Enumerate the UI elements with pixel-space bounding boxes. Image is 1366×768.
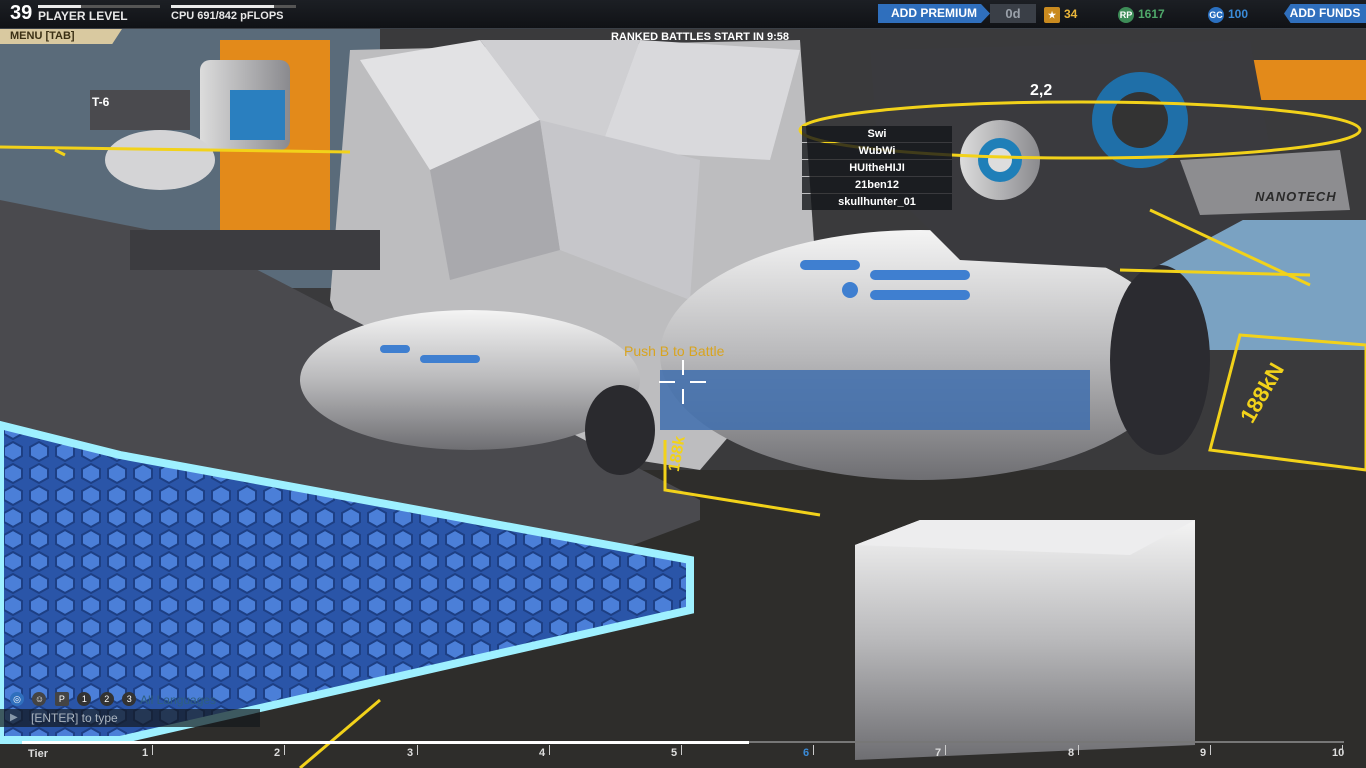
- tier-tick: [681, 745, 682, 755]
- tier-number: 8: [1068, 747, 1075, 759]
- robits: RP 1617: [1118, 5, 1165, 23]
- galaxy-cash: GC 100: [1208, 5, 1248, 23]
- robot-tag-label: T-6: [92, 95, 110, 109]
- tier-tick: [417, 745, 418, 755]
- ranked-battles-banner: RANKED BATTLES START IN 9:58: [610, 31, 790, 43]
- tier-tick: [152, 745, 153, 755]
- chat-placeholder: [ENTER] to type: [31, 711, 118, 725]
- tier-tick: [1342, 745, 1343, 755]
- tech-point-star-icon: ★: [1044, 6, 1060, 23]
- level-progress-fill: [38, 5, 81, 8]
- tier-number: 7: [935, 747, 942, 759]
- tier-number: 9: [1200, 747, 1207, 759]
- chat-channel-icons: ◎ ☺ P 1 2 3: [10, 690, 140, 706]
- chat-language-filter[interactable]: All Languages: [140, 693, 216, 707]
- tier-tick: [1210, 745, 1211, 755]
- player-name[interactable]: HUItheHIJI: [802, 160, 952, 176]
- globe-icon[interactable]: ◎: [10, 691, 24, 706]
- channel-2-icon[interactable]: 2: [99, 691, 114, 706]
- party-icon[interactable]: P: [54, 691, 69, 706]
- tier-number: 1: [142, 747, 149, 759]
- tier-tick: [945, 745, 946, 755]
- stat-label: 2,2: [1030, 82, 1053, 99]
- tier-label: Tier: [28, 748, 48, 760]
- player-name[interactable]: WubWi: [802, 143, 952, 159]
- channel-1-icon[interactable]: 1: [77, 691, 92, 706]
- player-name[interactable]: skullhunter_01: [802, 194, 952, 210]
- add-premium-button[interactable]: ADD PREMIUM: [878, 4, 990, 23]
- robits-icon: RP: [1118, 6, 1134, 23]
- nanotech-label: NANOTECH: [1255, 189, 1337, 204]
- add-funds-button[interactable]: ADD FUNDS: [1284, 4, 1366, 23]
- tier-tick: [813, 745, 814, 755]
- person-icon[interactable]: ☺: [32, 691, 47, 706]
- push-to-battle-prompt: Push B to Battle: [624, 343, 725, 359]
- premium-days: 0d: [990, 4, 1036, 23]
- player-name[interactable]: Swi: [802, 126, 952, 142]
- galaxy-cash-icon: GC: [1208, 6, 1224, 23]
- galaxy-cash-value: 100: [1228, 7, 1249, 21]
- menu-tab-button[interactable]: MENU [TAB]: [0, 29, 122, 44]
- cpu-bar: [171, 5, 296, 8]
- chat-arrow-icon: ▶: [10, 712, 18, 723]
- tier-number: 6: [803, 747, 810, 759]
- tier-number: 4: [539, 747, 546, 759]
- robits-value: 1617: [1138, 7, 1165, 21]
- cpu-bar-fill: [171, 5, 274, 8]
- tier-number: 5: [671, 747, 678, 759]
- tier-bar: Tier 1 2 3 4 5 6 7 8 9 10: [22, 741, 1344, 768]
- tier-tick: [1078, 745, 1079, 755]
- garage-scene: [0, 28, 1366, 768]
- player-name[interactable]: 21ben12: [802, 177, 952, 193]
- player-level-label: PLAYER LEVEL: [38, 9, 128, 23]
- tech-points: ★ 34: [1044, 5, 1077, 23]
- tier-number: 2: [274, 747, 281, 759]
- channel-3-icon[interactable]: 3: [122, 691, 137, 706]
- tier-tick: [549, 745, 550, 755]
- tier-number: 3: [407, 747, 414, 759]
- cpu-label: CPU 691/842 pFLOPS: [171, 10, 284, 22]
- level-progress-bar: [38, 5, 160, 8]
- chat-input[interactable]: ▶ [ENTER] to type: [0, 709, 260, 727]
- top-bar: 39 PLAYER LEVEL CPU 691/842 pFLOPS ADD P…: [0, 0, 1366, 29]
- player-level-number: 39: [10, 2, 33, 24]
- tech-points-value: 34: [1064, 7, 1078, 21]
- tier-progress-fill: [22, 741, 750, 744]
- party-player-list: Swi WubWi HUItheHIJI 21ben12 skullhunter…: [802, 126, 952, 211]
- tier-tick: [284, 745, 285, 755]
